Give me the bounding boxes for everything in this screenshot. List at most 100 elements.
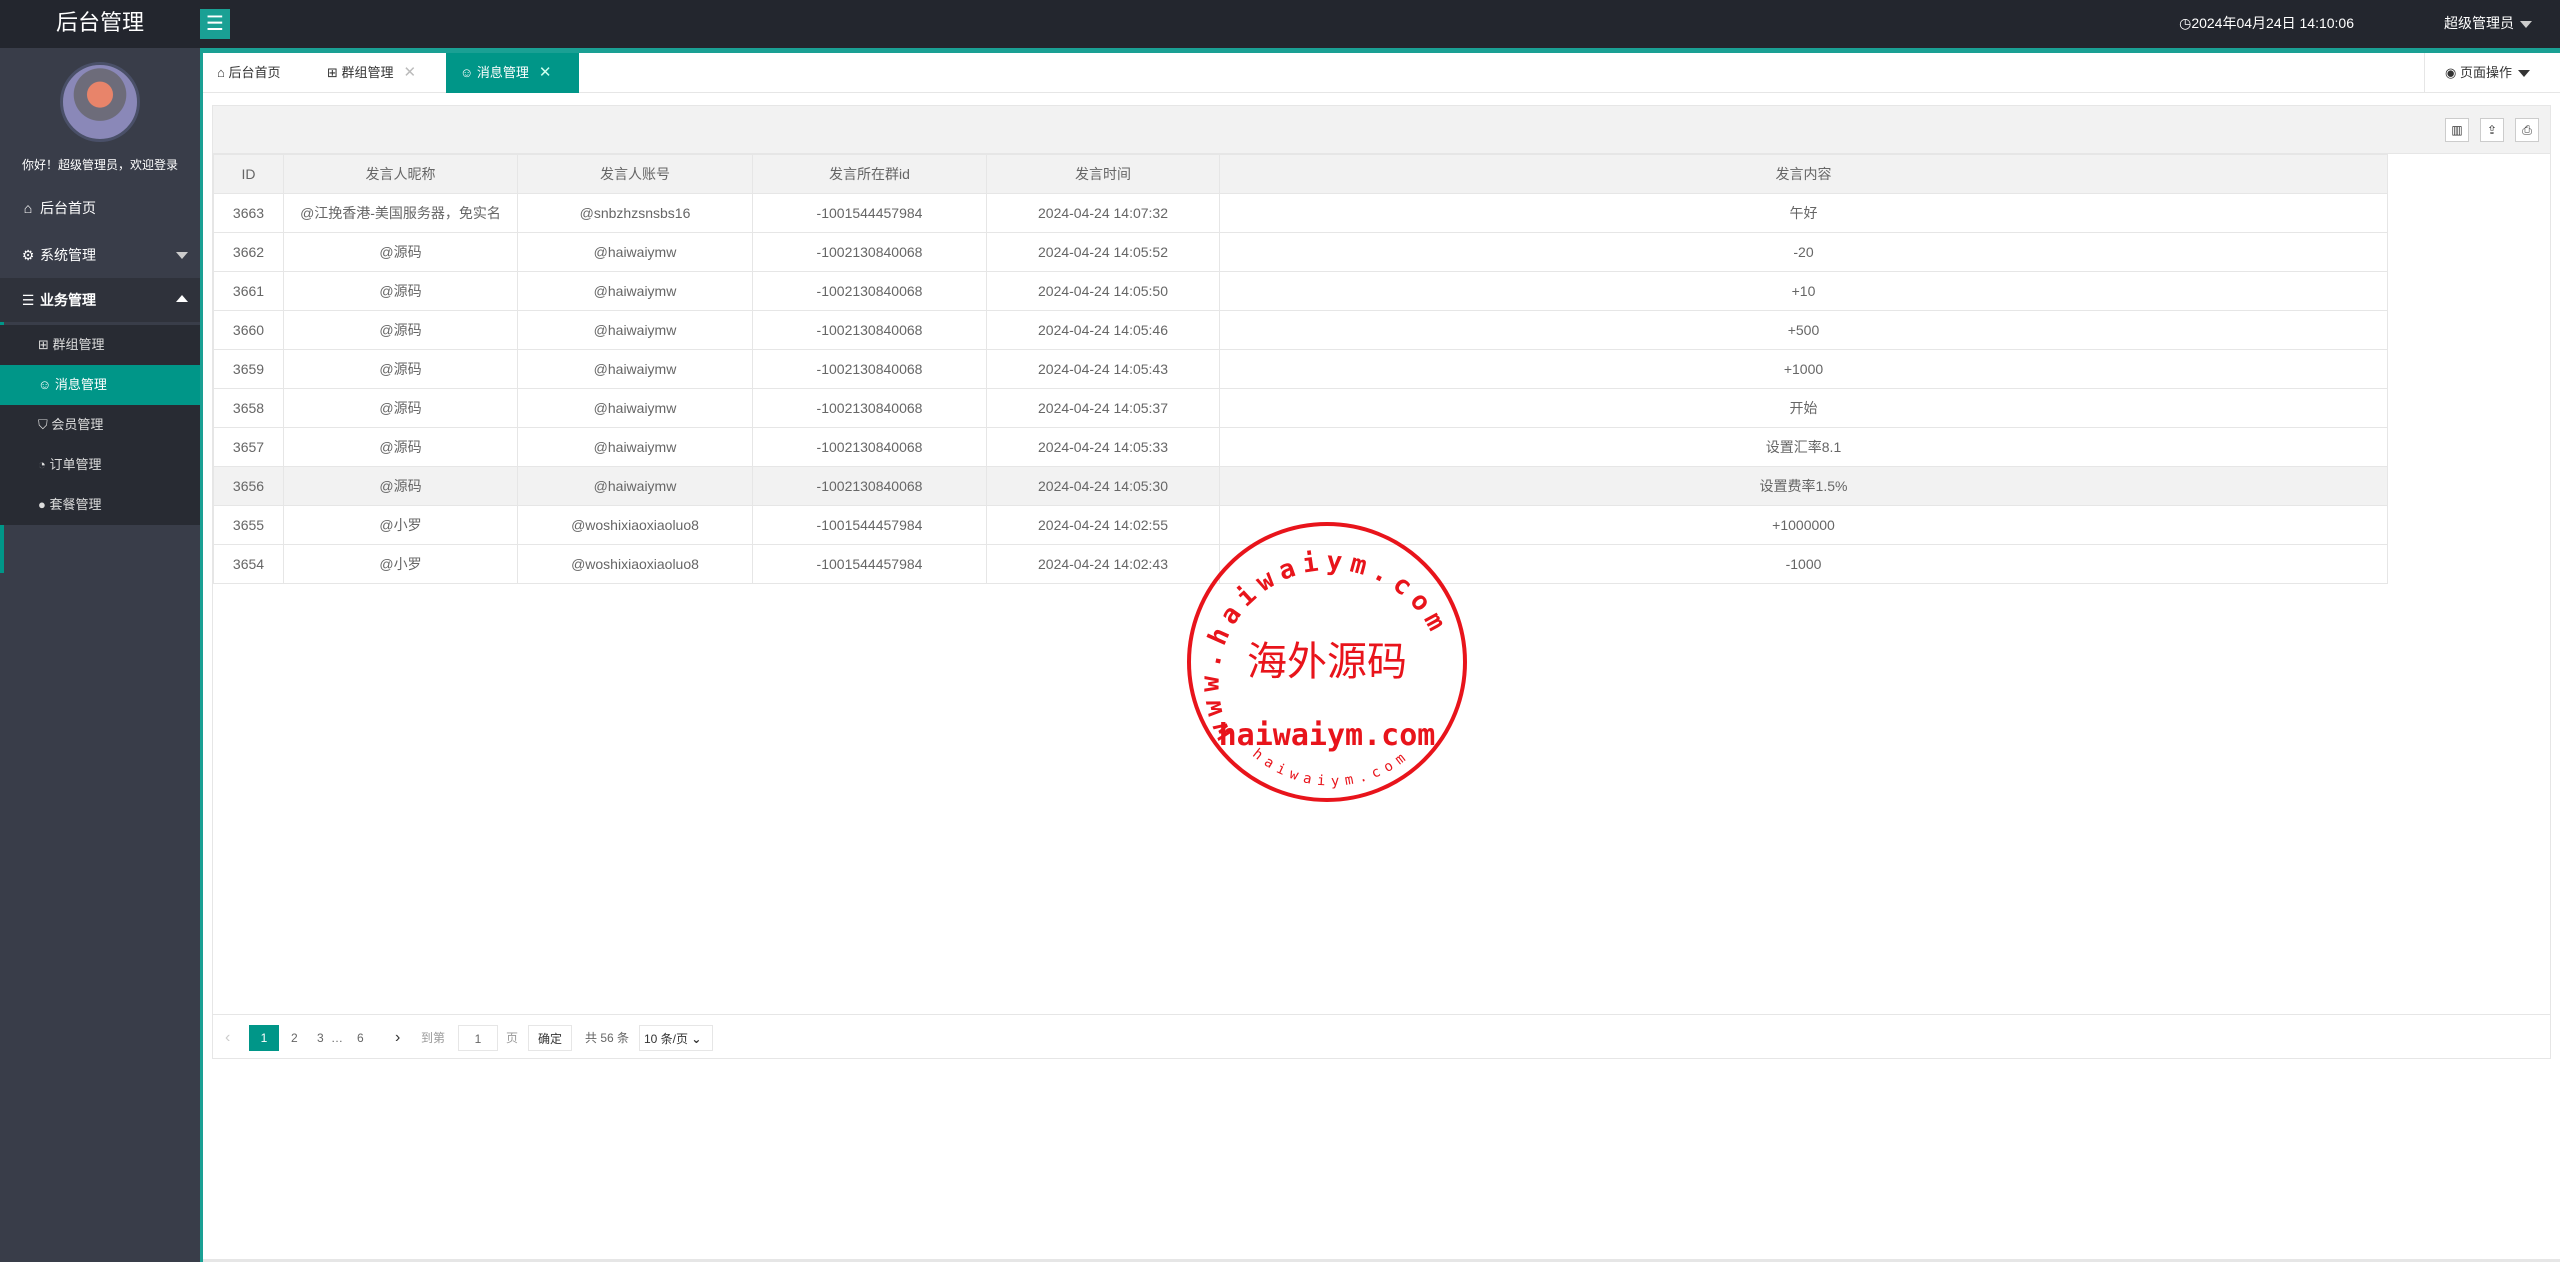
- apps-icon: ⊞: [38, 337, 53, 352]
- tab-bar: ⌂ 后台首页 ⊞ 群组管理 ✕ ☺ 消息管理 ✕ ◉ 页面操作: [203, 53, 2560, 93]
- cell-id: 3658: [213, 388, 284, 428]
- cell-nickname: @源码: [283, 427, 518, 467]
- sidebar-item-groups[interactable]: ⊞ 群组管理: [0, 325, 200, 365]
- cell-id: 3654: [213, 544, 284, 584]
- stamp-center-text: 海外源码: [1247, 639, 1407, 685]
- table-toolbar: ▥ ⇪ ⎙: [213, 106, 2550, 154]
- goto-label: 到第: [421, 1031, 446, 1045]
- sidebar-item-messages[interactable]: ☺ 消息管理: [0, 365, 200, 405]
- cell-nickname: @源码: [283, 310, 518, 350]
- sidebar-item-business[interactable]: ☰ 业务管理: [0, 278, 200, 322]
- apps-icon: ⊞: [327, 65, 342, 80]
- cell-group-id: -1002130840068: [752, 466, 987, 506]
- col-nickname[interactable]: 发言人昵称: [283, 154, 518, 194]
- per-page-select[interactable]: 10 条/页 ⌄: [639, 1025, 713, 1051]
- sidebar-item-members[interactable]: ⛉ 会员管理: [0, 405, 200, 445]
- tab-groups[interactable]: ⊞ 群组管理 ✕: [327, 53, 439, 93]
- cell-account: @haiwaiymw: [517, 349, 753, 389]
- cell-group-id: -1001544457984: [752, 544, 987, 584]
- cell-content: 午好: [1219, 193, 2388, 233]
- table-row[interactable]: 3663 @江挽香港-美国服务器，免实名 @snbzhzsnsbs16 -100154…: [213, 193, 2388, 233]
- cell-account: @woshixiaoxiaoluo8: [517, 505, 753, 545]
- table-header: ID 发言人昵称 发言人账号 发言所在群id 发言时间 发言内容: [213, 154, 2388, 194]
- cell-content: +10: [1219, 271, 2388, 311]
- app-title: 后台管理: [55, 10, 144, 35]
- tab-home[interactable]: ⌂ 后台首页: [217, 53, 317, 93]
- caret-down-icon: [2520, 20, 2532, 28]
- smile-icon: ☺: [38, 377, 55, 392]
- page-1[interactable]: 1: [249, 1025, 279, 1051]
- cell-nickname: @源码: [283, 349, 518, 389]
- page-unit-label: 页: [506, 1031, 519, 1045]
- col-time[interactable]: 发言时间: [986, 154, 1220, 194]
- cell-content: +500: [1219, 310, 2388, 350]
- cell-content: +1000: [1219, 349, 2388, 389]
- top-bar: 后台管理 ☰ ◷2024年04月24日 14:10:06 超级管理员: [0, 0, 2560, 48]
- cell-group-id: -1002130840068: [752, 232, 987, 272]
- table-row[interactable]: 3660 @源码 @haiwaiymw -1002130840068 2024-04-2…: [213, 310, 2388, 350]
- tab-messages[interactable]: ☺ 消息管理 ✕: [446, 53, 579, 93]
- radio-icon: ◉: [2445, 65, 2460, 80]
- cell-time: 2024-04-24 14:05:30: [986, 466, 1220, 506]
- col-account[interactable]: 发言人账号: [517, 154, 753, 194]
- cell-id: 3663: [213, 193, 284, 233]
- cell-group-id: -1002130840068: [752, 310, 987, 350]
- col-content[interactable]: 发言内容: [1219, 154, 2388, 194]
- cell-time: 2024-04-24 14:05:43: [986, 349, 1220, 389]
- export-icon[interactable]: ⇪: [2480, 118, 2504, 142]
- avatar: [60, 62, 140, 142]
- cell-group-id: -1002130840068: [752, 271, 987, 311]
- close-icon[interactable]: ✕: [404, 64, 417, 81]
- cell-account: @woshixiaoxiaoluo8: [517, 544, 753, 584]
- clock: ◷2024年04月24日 14:10:06: [2179, 15, 2354, 31]
- sidebar-item-system[interactable]: ⚙ 系统管理: [0, 233, 200, 277]
- cell-id: 3656: [213, 466, 284, 506]
- table-row[interactable]: 3656 @源码 @haiwaiymw -1002130840068 2024-04-2…: [213, 466, 2388, 506]
- next-page-icon[interactable]: ›: [395, 1025, 400, 1051]
- close-icon[interactable]: ✕: [539, 64, 552, 81]
- cell-time: 2024-04-24 14:05:50: [986, 271, 1220, 311]
- sidebar-item-home[interactable]: ⌂ 后台首页: [0, 186, 200, 230]
- cell-group-id: -1001544457984: [752, 505, 987, 545]
- cell-nickname: @源码: [283, 388, 518, 428]
- cell-group-id: -1001544457984: [752, 193, 987, 233]
- table-row[interactable]: 3657 @源码 @haiwaiymw -1002130840068 2024-04-2…: [213, 427, 2388, 467]
- cell-nickname: @源码: [283, 466, 518, 506]
- table-row[interactable]: 3662 @源码 @haiwaiymw -1002130840068 2024-04-2…: [213, 232, 2388, 272]
- cell-id: 3659: [213, 349, 284, 389]
- table-row[interactable]: 3658 @源码 @haiwaiymw -1002130840068 2024-04-2…: [213, 388, 2388, 428]
- columns-icon[interactable]: ▥: [2445, 118, 2469, 142]
- cell-id: 3661: [213, 271, 284, 311]
- cell-account: @haiwaiymw: [517, 232, 753, 272]
- page-input[interactable]: 1: [458, 1025, 498, 1051]
- caret-down-icon: [176, 252, 188, 259]
- shield-icon: ⛉: [38, 417, 52, 432]
- print-icon[interactable]: ⎙: [2515, 118, 2539, 142]
- page-2[interactable]: 2: [291, 1025, 298, 1051]
- table-row[interactable]: 3659 @源码 @haiwaiymw -1002130840068 2024-04-2…: [213, 349, 2388, 389]
- prev-page-icon[interactable]: ‹: [225, 1025, 230, 1051]
- compass-icon: ●: [38, 497, 50, 512]
- cell-group-id: -1002130840068: [752, 349, 987, 389]
- page-3[interactable]: 3: [317, 1025, 324, 1051]
- clock-icon: ◷: [2179, 15, 2192, 31]
- chevron-down-icon: ⌄: [691, 1032, 702, 1046]
- user-menu[interactable]: 超级管理员: [2444, 0, 2532, 46]
- cell-nickname: @小罗: [283, 544, 518, 584]
- sidebar: 你好！超级管理员，欢迎登录 ⌂ 后台首页 ⚙ 系统管理 ☰ 业务管理 ⊞ 群组管理 ☺…: [0, 48, 200, 1262]
- cell-time: 2024-04-24 14:05:46: [986, 310, 1220, 350]
- cell-account: @haiwaiymw: [517, 427, 753, 467]
- welcome-text: 你好！超级管理员，欢迎登录: [21, 158, 178, 172]
- sidebar-item-packages[interactable]: ● 套餐管理: [0, 485, 200, 525]
- table-row[interactable]: 3661 @源码 @haiwaiymw -1002130840068 2024-04-2…: [213, 271, 2388, 311]
- hamburger-icon[interactable]: ☰: [200, 9, 230, 39]
- cell-id: 3662: [213, 232, 284, 272]
- confirm-button[interactable]: 确定: [528, 1025, 572, 1051]
- col-group-id[interactable]: 发言所在群id: [752, 154, 987, 194]
- cell-id: 3655: [213, 505, 284, 545]
- page-6[interactable]: 6: [357, 1025, 364, 1051]
- sidebar-item-orders[interactable]: ◔ 订单管理: [0, 445, 200, 485]
- page-operations-menu[interactable]: ◉ 页面操作: [2424, 53, 2560, 93]
- col-id[interactable]: ID: [213, 154, 284, 194]
- cell-time: 2024-04-24 14:05:33: [986, 427, 1220, 467]
